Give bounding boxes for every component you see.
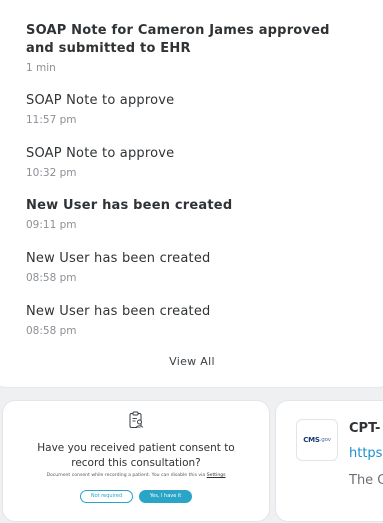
consent-question: Have you received patient consent to rec… xyxy=(37,442,235,469)
notification-item[interactable]: New User has been created 08:58 pm xyxy=(26,250,376,303)
clipboard-user-icon xyxy=(129,411,143,428)
notification-item[interactable]: SOAP Note for Cameron James approved and… xyxy=(26,22,376,92)
link-preview-card[interactable]: CMS .gov CPT- https The C xyxy=(276,401,383,521)
notification-title: SOAP Note to approve xyxy=(26,93,175,108)
cms-logo-text: CMS xyxy=(303,436,320,444)
notifications-list: SOAP Note for Cameron James approved and… xyxy=(26,22,376,355)
link-description: The C xyxy=(349,473,383,488)
cms-logo-suffix: .gov xyxy=(319,437,331,443)
consent-note: Document consent while recording a patie… xyxy=(3,473,269,478)
settings-link[interactable]: Settings xyxy=(207,473,226,478)
notification-title: SOAP Note to approve xyxy=(26,145,175,161)
notification-title: New User has been created xyxy=(26,251,211,267)
notification-item[interactable]: New User has been created 09:11 pm xyxy=(26,197,376,250)
consent-note-text: Document consent while recording a patie… xyxy=(46,473,207,478)
link-title: CPT- xyxy=(349,421,381,436)
notification-time: 1 min xyxy=(26,62,56,74)
notification-title: SOAP Note for Cameron James approved and… xyxy=(26,23,330,56)
cms-logo: CMS .gov xyxy=(296,419,338,461)
consent-card: Have you received patient consent to rec… xyxy=(3,401,269,521)
notification-item[interactable]: SOAP Note to approve 10:32 pm xyxy=(26,145,376,198)
notification-time: 11:57 pm xyxy=(26,114,77,126)
view-all-button[interactable]: View All xyxy=(0,355,383,368)
notifications-card: SOAP Note for Cameron James approved and… xyxy=(0,0,383,387)
notification-item[interactable]: New User has been created 08:58 pm xyxy=(26,303,376,356)
notification-title: New User has been created xyxy=(26,198,233,214)
notification-time: 10:32 pm xyxy=(26,166,77,179)
notification-item[interactable]: SOAP Note to approve 11:57 pm xyxy=(26,92,376,145)
consent-buttons: Not required Yes, I have it xyxy=(3,490,269,503)
notification-time: 09:11 pm xyxy=(26,219,77,232)
not-required-button[interactable]: Not required xyxy=(80,490,133,503)
link-url[interactable]: https xyxy=(349,446,382,461)
yes-i-have-it-button[interactable]: Yes, I have it xyxy=(139,490,192,503)
notification-title: New User has been created xyxy=(26,303,211,319)
notification-time: 08:58 pm xyxy=(26,324,77,337)
notification-time: 08:58 pm xyxy=(26,272,77,285)
